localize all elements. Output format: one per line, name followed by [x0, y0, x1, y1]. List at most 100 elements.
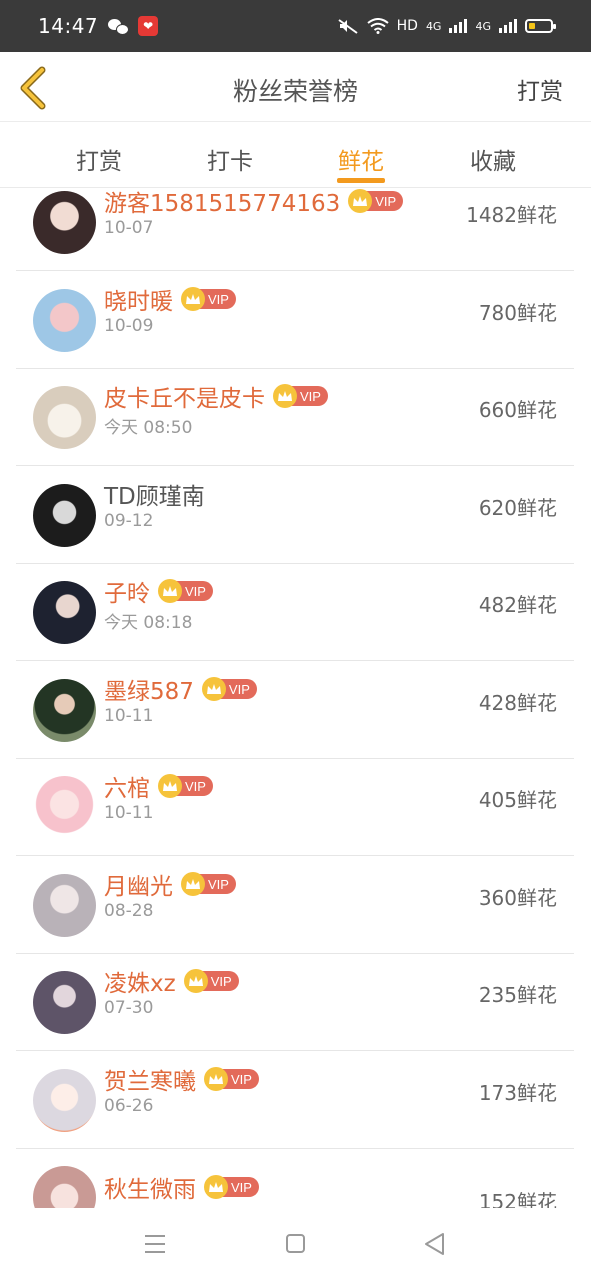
signal-label-1: 4G	[425, 19, 442, 33]
battery-icon	[525, 19, 556, 33]
app-header: 粉丝荣誉榜 打赏	[0, 52, 591, 122]
fan-name: 秋生微雨	[104, 1177, 196, 1203]
fan-name: 墨绿587	[104, 679, 194, 705]
avatar[interactable]	[33, 191, 96, 254]
list-item[interactable]: 六棺 VIP 10-11 405鲜花	[16, 759, 574, 856]
flower-count: 482鲜花	[478, 593, 557, 617]
crown-icon	[158, 579, 182, 603]
reward-button[interactable]: 打赏	[517, 72, 563, 106]
fan-name: 晓时暖	[104, 289, 173, 315]
crown-icon	[181, 287, 205, 311]
fan-list[interactable]: 游客1581515774163 VIP 10-07 1482鲜花 晓时暖 VIP…	[16, 188, 574, 1208]
avatar[interactable]	[33, 289, 96, 352]
fan-name: 月幽光	[104, 874, 173, 900]
active-tab-indicator	[337, 178, 385, 183]
list-item[interactable]: 皮卡丘不是皮卡 VIP 今天 08:50 660鲜花	[16, 369, 574, 466]
vip-badge: VIP	[273, 384, 328, 408]
signal-icon-2	[499, 19, 517, 33]
vip-badge: VIP	[181, 287, 236, 311]
fan-date: 09-12	[104, 511, 154, 531]
vip-badge: VIP	[158, 774, 213, 798]
avatar[interactable]	[33, 679, 96, 742]
flower-count: 173鲜花	[478, 1081, 557, 1105]
page-title: 粉丝荣誉榜	[232, 77, 358, 106]
fan-date: 06-26	[104, 1096, 154, 1116]
crown-icon	[158, 774, 182, 798]
vip-badge: VIP	[183, 969, 239, 993]
crown-icon	[204, 1175, 228, 1199]
tab-checkin[interactable]: 打卡	[180, 142, 280, 176]
home-button[interactable]	[279, 1230, 311, 1258]
flower-count: 235鲜花	[478, 983, 557, 1007]
tab-favorites[interactable]: 收藏	[443, 142, 543, 176]
crown-icon	[348, 189, 373, 213]
fan-name: 游客1581515774163	[104, 191, 341, 217]
fan-date: 10-09	[104, 316, 154, 336]
flower-count: 780鲜花	[478, 301, 557, 325]
status-bar: 14:47 ❤ HD 4G 4G	[0, 0, 591, 52]
flower-count: 405鲜花	[478, 788, 557, 812]
vip-badge: VIP	[201, 677, 257, 701]
wifi-icon	[367, 18, 389, 34]
avatar[interactable]	[33, 386, 96, 449]
fan-date: 08-28	[104, 901, 154, 921]
wechat-icon	[108, 18, 130, 35]
mute-icon	[338, 19, 358, 34]
flower-count: 1482鲜花	[466, 203, 557, 227]
flower-count: 152鲜花	[478, 1190, 557, 1208]
fan-name: 皮卡丘不是皮卡	[104, 386, 265, 412]
flower-count: 360鲜花	[478, 886, 557, 910]
vip-badge: VIP	[181, 872, 236, 896]
crown-icon	[181, 872, 205, 896]
flower-count: 428鲜花	[478, 691, 557, 715]
list-item[interactable]: 墨绿587 VIP 10-11 428鲜花	[16, 662, 574, 759]
back-nav-button[interactable]	[419, 1230, 451, 1258]
avatar[interactable]	[33, 971, 96, 1034]
system-nav-bar	[0, 1208, 591, 1280]
crown-icon	[204, 1067, 228, 1091]
vip-badge: VIP	[348, 189, 404, 213]
vip-badge: VIP	[204, 1175, 259, 1199]
list-item[interactable]: 游客1581515774163 VIP 10-07 1482鲜花	[16, 188, 574, 271]
crown-icon	[201, 677, 226, 701]
list-item[interactable]: 凌姝xz VIP 07-30 235鲜花	[16, 954, 574, 1051]
fan-date: 今天 08:18	[104, 613, 193, 633]
fan-name: 贺兰寒曦	[104, 1069, 196, 1095]
list-item[interactable]: 晓时暖 VIP 10-09 780鲜花	[16, 272, 574, 369]
flower-count: 660鲜花	[478, 398, 557, 422]
menu-button[interactable]	[139, 1230, 171, 1258]
tab-reward[interactable]: 打赏	[49, 142, 149, 176]
fan-date: 今天 08:50	[104, 418, 193, 438]
vip-badge: VIP	[158, 579, 213, 603]
list-item[interactable]: 贺兰寒曦 VIP 06-26 173鲜花	[16, 1052, 574, 1149]
fan-date: 07-30	[104, 998, 154, 1018]
fan-name: 凌姝xz	[104, 971, 176, 997]
fan-name: TD顾瑾南	[104, 484, 205, 510]
avatar[interactable]	[33, 1069, 96, 1132]
crown-icon	[273, 384, 297, 408]
fan-name: 六棺	[104, 776, 150, 802]
home-square-icon	[286, 1234, 305, 1253]
vip-badge: VIP	[204, 1067, 259, 1091]
list-item[interactable]: TD顾瑾南 09-12 620鲜花	[16, 467, 574, 564]
hd-label: HD	[396, 18, 418, 34]
fan-name: 子昤	[104, 581, 150, 607]
signal-label-2: 4G	[475, 19, 491, 33]
list-item[interactable]: 秋生微雨 VIP 152鲜花	[16, 1149, 574, 1208]
list-item[interactable]: 子昤 VIP 今天 08:18 482鲜花	[16, 564, 574, 661]
avatar[interactable]	[33, 1166, 96, 1208]
tab-flowers[interactable]: 鲜花	[311, 142, 411, 176]
back-triangle-icon	[425, 1233, 444, 1255]
fan-date: 10-11	[104, 706, 154, 726]
app-notification-icon: ❤	[138, 16, 159, 36]
signal-icon	[449, 19, 468, 33]
status-time: 14:47	[38, 14, 99, 38]
avatar[interactable]	[33, 874, 96, 937]
crown-icon	[183, 969, 208, 993]
tab-bar: 打赏 打卡 鲜花 收藏	[0, 122, 591, 188]
avatar[interactable]	[33, 581, 96, 644]
avatar[interactable]	[33, 776, 96, 839]
list-item[interactable]: 月幽光 VIP 08-28 360鲜花	[16, 857, 574, 954]
menu-icon	[145, 1235, 165, 1253]
avatar[interactable]	[33, 484, 96, 547]
